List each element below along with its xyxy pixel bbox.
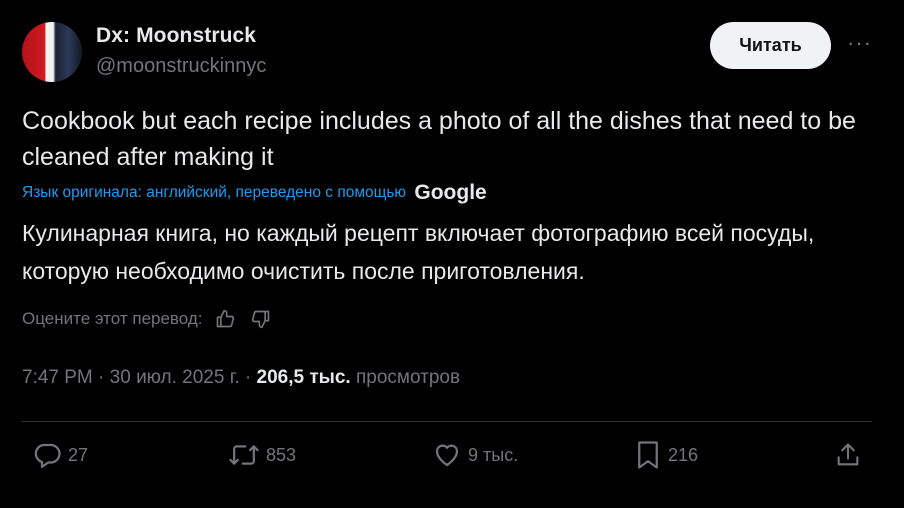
reply-button[interactable]: 27: [32, 440, 88, 470]
meta-separator: ·: [244, 367, 252, 388]
author-display-name[interactable]: Dx: Moonstruck: [96, 24, 256, 48]
more-icon[interactable]: ···: [847, 32, 872, 54]
tweet-date[interactable]: 30 июл. 2025 г.: [110, 367, 240, 388]
thumb-up-icon[interactable]: [215, 309, 235, 329]
share-button[interactable]: [834, 440, 862, 470]
rate-translation-label: Оцените этот перевод:: [22, 309, 203, 328]
bookmark-button[interactable]: 216: [634, 440, 698, 470]
repost-button[interactable]: 853: [228, 440, 296, 470]
translated-text: Кулинарная книга, но каждый рецепт включ…: [22, 220, 815, 284]
reply-count: 27: [68, 444, 89, 465]
views-count: 206,5 тыс.: [256, 367, 351, 388]
translation-note[interactable]: Язык оригинала: английский, переведено с…: [22, 181, 487, 205]
google-logo: Google: [414, 181, 487, 204]
repost-count: 853: [266, 444, 297, 465]
repost-icon: [228, 440, 260, 470]
action-bar: 27 853 9 тыс. 216: [0, 440, 904, 480]
meta-separator: ·: [98, 367, 105, 388]
translation-note-text: Язык оригинала: английский, переведено с…: [22, 184, 407, 201]
tweet-meta: 7:47 PM · 30 июл. 2025 г. · 206,5 тыс. п…: [22, 367, 460, 389]
tweet-time[interactable]: 7:47 PM: [22, 367, 93, 388]
reply-icon: [32, 440, 62, 470]
rate-translation: Оцените этот перевод:: [22, 309, 271, 329]
like-icon: [432, 440, 462, 470]
bookmark-icon: [634, 440, 662, 470]
like-count: 9 тыс.: [468, 444, 519, 465]
like-button[interactable]: 9 тыс.: [432, 440, 518, 470]
views-label: просмотров: [355, 367, 461, 388]
share-icon: [834, 440, 862, 470]
tweet-text: Cookbook but each recipe includes a phot…: [22, 107, 856, 171]
avatar[interactable]: [22, 22, 82, 82]
divider: [22, 421, 872, 422]
thumb-down-icon[interactable]: [251, 309, 271, 329]
author-handle[interactable]: @moonstruckinnyc: [96, 55, 266, 78]
follow-button[interactable]: Читать: [710, 22, 831, 69]
bookmark-count: 216: [668, 444, 699, 465]
